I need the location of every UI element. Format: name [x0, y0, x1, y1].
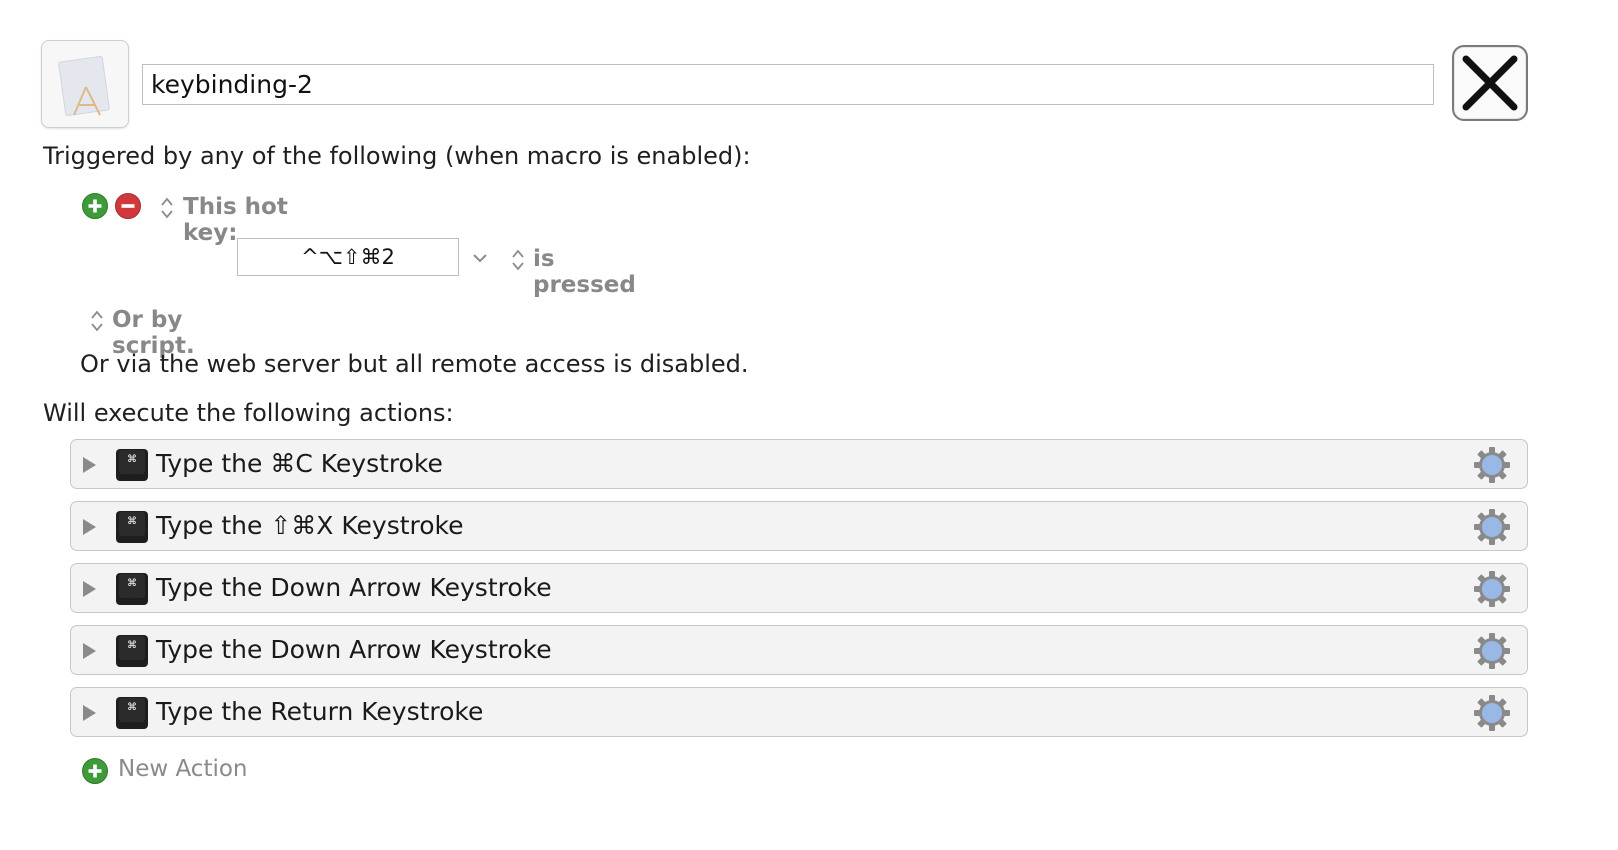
disclosure-triangle-icon[interactable]: [81, 704, 97, 722]
plus-circle-icon: [82, 193, 108, 219]
action-row[interactable]: ⌘ Type the Down Arrow Keystroke: [70, 563, 1528, 613]
action-label: Type the Down Arrow Keystroke: [156, 635, 552, 664]
new-action-label: New Action: [118, 756, 248, 782]
keycap-icon: ⌘: [116, 449, 148, 481]
action-label: Type the ⌘C Keystroke: [156, 449, 443, 478]
triggers-heading: Triggered by any of the following (when …: [43, 142, 751, 170]
minus-circle-icon: [115, 193, 141, 219]
disclosure-triangle-icon[interactable]: [81, 642, 97, 660]
add-trigger-button[interactable]: [82, 193, 108, 219]
action-row[interactable]: ⌘ Type the Return Keystroke: [70, 687, 1528, 737]
gear-icon[interactable]: [1473, 570, 1511, 608]
updown-arrows-icon: [512, 249, 524, 271]
close-button[interactable]: [1452, 45, 1528, 121]
action-label: Type the ⇧⌘X Keystroke: [156, 511, 464, 540]
chevron-down-icon[interactable]: [472, 252, 488, 264]
new-action-button[interactable]: New Action: [82, 756, 262, 786]
disclosure-triangle-icon[interactable]: [81, 580, 97, 598]
key-state-label: is pressed: [533, 246, 636, 298]
disclosure-triangle-icon[interactable]: [81, 456, 97, 474]
action-label: Type the Down Arrow Keystroke: [156, 573, 552, 602]
svg-text:⌘: ⌘: [127, 516, 137, 527]
keycap-icon: ⌘: [116, 697, 148, 729]
close-icon: [1462, 55, 1518, 111]
keycap-icon: ⌘: [116, 573, 148, 605]
svg-text:⌘: ⌘: [127, 640, 137, 651]
svg-text:⌘: ⌘: [127, 454, 137, 465]
action-row[interactable]: ⌘ Type the Down Arrow Keystroke: [70, 625, 1528, 675]
web-server-note: Or via the web server but all remote acc…: [80, 350, 749, 378]
hot-key-field[interactable]: ^⌥⇧⌘2: [237, 238, 459, 276]
gear-icon[interactable]: [1473, 446, 1511, 484]
svg-text:⌘: ⌘: [127, 702, 137, 713]
script-trigger-popup[interactable]: Or by script.: [90, 307, 270, 359]
updown-arrows-icon: [161, 197, 173, 219]
remove-trigger-button[interactable]: [115, 193, 141, 219]
action-label: Type the Return Keystroke: [156, 697, 484, 726]
key-state-popup[interactable]: is pressed: [511, 246, 661, 298]
plus-circle-icon: [82, 758, 108, 784]
keycap-icon: ⌘: [116, 511, 148, 543]
keycap-icon: ⌘: [116, 635, 148, 667]
gear-icon[interactable]: [1473, 694, 1511, 732]
macro-icon[interactable]: [41, 40, 129, 128]
disclosure-triangle-icon[interactable]: [81, 518, 97, 536]
action-row[interactable]: ⌘ Type the ⌘C Keystroke: [70, 439, 1528, 489]
gear-icon[interactable]: [1473, 632, 1511, 670]
actions-heading: Will execute the following actions:: [43, 399, 454, 427]
action-row[interactable]: ⌘ Type the ⇧⌘X Keystroke: [70, 501, 1528, 551]
macro-name-field[interactable]: keybinding-2: [142, 64, 1434, 105]
trigger-type-popup[interactable]: This hot key:: [160, 194, 350, 246]
gear-icon[interactable]: [1473, 508, 1511, 546]
svg-text:⌘: ⌘: [127, 578, 137, 589]
updown-arrows-icon: [91, 310, 103, 332]
macro-app-icon: [58, 55, 110, 117]
